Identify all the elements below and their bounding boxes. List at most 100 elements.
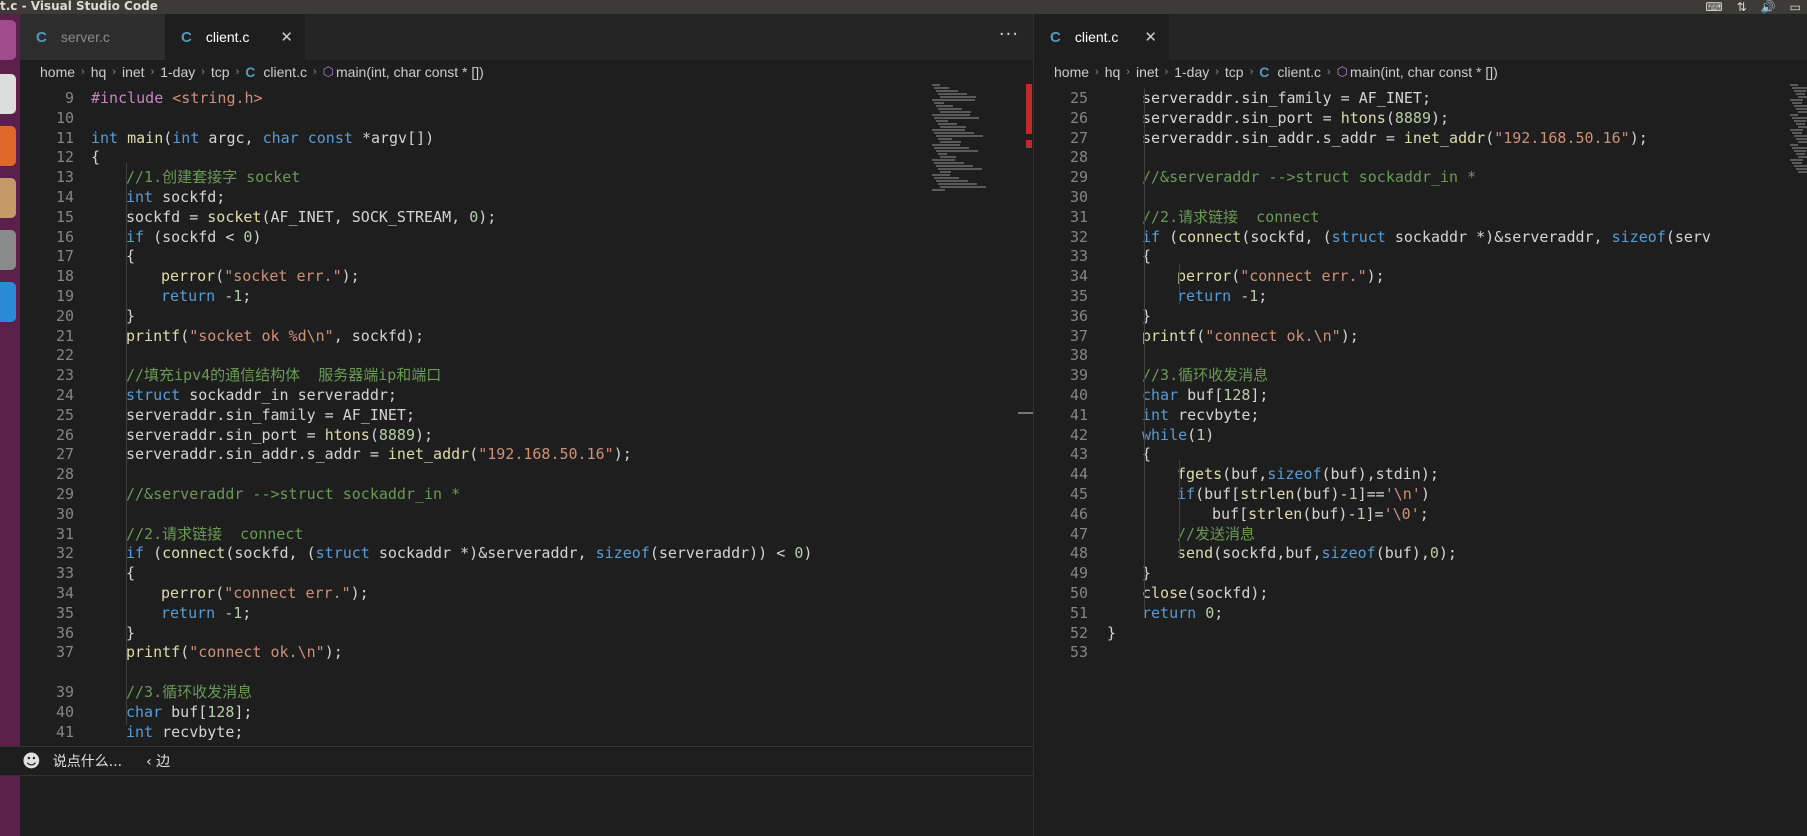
code-line[interactable]: 24 struct sockaddr_in serveraddr; bbox=[20, 385, 1033, 405]
code-line[interactable]: 44 fgets(buf,sizeof(buf),stdin); bbox=[1034, 464, 1807, 484]
app-icon[interactable] bbox=[0, 178, 16, 218]
close-icon[interactable]: ✕ bbox=[280, 28, 293, 46]
code-line[interactable]: 41 int recvbyte; bbox=[1034, 405, 1807, 425]
minimap[interactable] bbox=[932, 84, 1007, 224]
code-line[interactable]: 28 bbox=[20, 464, 1033, 484]
firefox-icon[interactable] bbox=[0, 126, 16, 166]
code-line[interactable]: 25 serveraddr.sin_family = AF_INET; bbox=[20, 405, 1033, 425]
code-line[interactable]: 29 //&serveraddr -->struct sockaddr_in * bbox=[1034, 167, 1807, 187]
code-line[interactable]: 27 serveraddr.sin_addr.s_addr = inet_addr… bbox=[1034, 128, 1807, 148]
code-line[interactable]: 48 send(sockfd,buf,sizeof(buf),0); bbox=[1034, 543, 1807, 563]
code-line[interactable]: 10 bbox=[20, 108, 1033, 128]
code-line[interactable]: 41 int recvbyte; bbox=[20, 722, 1033, 742]
minimap[interactable] bbox=[1790, 84, 1807, 224]
code-line[interactable]: 38 bbox=[1034, 345, 1807, 365]
code-line[interactable]: 26 serveraddr.sin_port = htons(8889); bbox=[1034, 108, 1807, 128]
code-line[interactable]: 26 serveraddr.sin_port = htons(8889); bbox=[20, 425, 1033, 445]
code-line[interactable]: 9 #include <string.h> bbox=[20, 88, 1033, 108]
code-line[interactable]: 34 perror("connect err."); bbox=[1034, 266, 1807, 286]
vscode-icon[interactable] bbox=[0, 282, 16, 322]
breadcrumb-item[interactable]: client.c bbox=[263, 64, 307, 80]
code-line[interactable]: 53 bbox=[1034, 642, 1807, 662]
app-icon[interactable] bbox=[0, 20, 16, 60]
breadcrumb-item[interactable]: main(int, char const * []) bbox=[1350, 64, 1498, 80]
breadcrumb-item[interactable]: 1-day bbox=[1174, 64, 1209, 80]
tab-server-c[interactable]: C server.c bbox=[20, 14, 165, 60]
code-line[interactable]: 22 bbox=[20, 345, 1033, 365]
code-line[interactable]: 50 close(sockfd); bbox=[1034, 583, 1807, 603]
code-line[interactable]: 35 return -1; bbox=[1034, 286, 1807, 306]
network-icon[interactable]: ⇅ bbox=[1737, 0, 1747, 14]
code-line[interactable]: 28 bbox=[1034, 147, 1807, 167]
volume-icon[interactable]: 🔊 bbox=[1761, 0, 1776, 14]
code-line[interactable]: 32 if (connect(sockfd, (struct sockaddr *… bbox=[20, 543, 1033, 563]
breadcrumb-item[interactable]: hq bbox=[91, 64, 107, 80]
code-line[interactable]: 19 return -1; bbox=[20, 286, 1033, 306]
code-line[interactable]: 15 sockfd = socket(AF_INET, SOCK_STREAM, … bbox=[20, 207, 1033, 227]
code-line[interactable]: 36} bbox=[20, 623, 1033, 643]
code-line[interactable]: 16 if (sockfd < 0) bbox=[20, 227, 1033, 247]
code-line[interactable]: 29 //&serveraddr -->struct sockaddr_in * bbox=[20, 484, 1033, 504]
code-line[interactable]: 33{ bbox=[1034, 246, 1807, 266]
code-line[interactable]: 40 char buf[128]; bbox=[20, 702, 1033, 722]
tab-client-c[interactable]: C client.c ✕ bbox=[165, 14, 305, 60]
chat-placeholder[interactable]: 说点什么... bbox=[53, 751, 122, 771]
code-line[interactable]: 12 { bbox=[20, 147, 1033, 167]
code-line[interactable]: 39 //3.循环收发消息 bbox=[1034, 365, 1807, 385]
chat-input-bar[interactable]: ☻ 说点什么... ‹ 边 bbox=[0, 746, 1033, 776]
code-line[interactable]: 43{ bbox=[1034, 444, 1807, 464]
battery-icon[interactable]: ▭ bbox=[1790, 0, 1801, 14]
code-line[interactable]: 40 char buf[128]; bbox=[1034, 385, 1807, 405]
code-line[interactable]: 47 //发送消息 bbox=[1034, 524, 1807, 544]
code-line[interactable]: 17 { bbox=[20, 246, 1033, 266]
code-line[interactable]: 31 //2.请求链接 connect bbox=[20, 524, 1033, 544]
code-line[interactable]: 21 printf("socket ok %d\n", sockfd); bbox=[20, 326, 1033, 346]
code-line[interactable]: 27 serveraddr.sin_addr.s_addr = inet_addr… bbox=[20, 444, 1033, 464]
breadcrumb-item[interactable]: main(int, char const * []) bbox=[336, 64, 484, 80]
breadcrumb-item[interactable]: hq bbox=[1105, 64, 1121, 80]
breadcrumb-item[interactable]: 1-day bbox=[160, 64, 195, 80]
back-button[interactable]: ‹ 边 bbox=[146, 751, 170, 771]
code-line[interactable]: 34 perror("connect err."); bbox=[20, 583, 1033, 603]
code-line[interactable]: 46 buf[strlen(buf)-1]='\0'; bbox=[1034, 504, 1807, 524]
code-line[interactable]: 13 //1.创建套接字 socket bbox=[20, 167, 1033, 187]
code-line[interactable]: 20} bbox=[20, 306, 1033, 326]
code-line[interactable]: 49} bbox=[1034, 563, 1807, 583]
code-editor[interactable]: 9 #include <string.h> 10 11 int main(int arg… bbox=[20, 84, 1033, 836]
keyboard-icon[interactable]: ⌨ bbox=[1705, 0, 1722, 14]
emoji-icon[interactable]: ☻ bbox=[22, 751, 41, 772]
breadcrumb-item[interactable]: home bbox=[40, 64, 75, 80]
code-line[interactable]: 30 bbox=[1034, 187, 1807, 207]
breadcrumb-item[interactable]: inet bbox=[1136, 64, 1159, 80]
breadcrumb-item[interactable]: tcp bbox=[211, 64, 230, 80]
breadcrumb-item[interactable]: home bbox=[1054, 64, 1089, 80]
code-line[interactable]: 14 int sockfd; bbox=[20, 187, 1033, 207]
scrollbar-thumb[interactable] bbox=[1018, 412, 1033, 414]
code-line[interactable]: 30 bbox=[20, 504, 1033, 524]
code-line[interactable]: 25 serveraddr.sin_family = AF_INET; bbox=[1034, 88, 1807, 108]
code-line[interactable]: 35 return -1; bbox=[20, 603, 1033, 623]
code-line[interactable]: 37 printf("connect ok.\n"); bbox=[1034, 326, 1807, 346]
code-line[interactable]: 23 //填充ipv4的通信结构体 服务器端ip和端口 bbox=[20, 365, 1033, 385]
files-icon[interactable] bbox=[0, 74, 16, 114]
code-line[interactable]: 39 //3.循环收发消息 bbox=[20, 682, 1033, 702]
breadcrumb-item[interactable]: inet bbox=[122, 64, 145, 80]
code-line[interactable]: 31 //2.请求链接 connect bbox=[1034, 207, 1807, 227]
code-line[interactable]: 51 return 0; bbox=[1034, 603, 1807, 623]
breadcrumb-item[interactable]: tcp bbox=[1225, 64, 1244, 80]
code-line[interactable]: 52} bbox=[1034, 623, 1807, 643]
code-line[interactable]: 11 int main(int argc, char const *argv[]) bbox=[20, 128, 1033, 148]
code-line[interactable]: 45 if(buf[strlen(buf)-1]=='\n') bbox=[1034, 484, 1807, 504]
code-line[interactable]: 33{ bbox=[20, 563, 1033, 583]
code-line[interactable]: 36} bbox=[1034, 306, 1807, 326]
close-icon[interactable]: ✕ bbox=[1144, 28, 1157, 46]
code-line[interactable]: 18 perror("socket err."); bbox=[20, 266, 1033, 286]
tab-client-c[interactable]: C client.c ✕ bbox=[1034, 14, 1169, 60]
code-editor[interactable]: 25 serveraddr.sin_family = AF_INET; 26 serv… bbox=[1034, 84, 1807, 836]
settings-icon[interactable] bbox=[0, 230, 16, 270]
more-actions-icon[interactable]: ··· bbox=[999, 24, 1019, 45]
code-line[interactable]: 32 if (connect(sockfd, (struct sockaddr *… bbox=[1034, 227, 1807, 247]
breadcrumb-item[interactable]: client.c bbox=[1277, 64, 1321, 80]
code-line[interactable]: 37 printf("connect ok.\n"); bbox=[20, 642, 1033, 662]
code-line[interactable]: 42 while(1) bbox=[1034, 425, 1807, 445]
